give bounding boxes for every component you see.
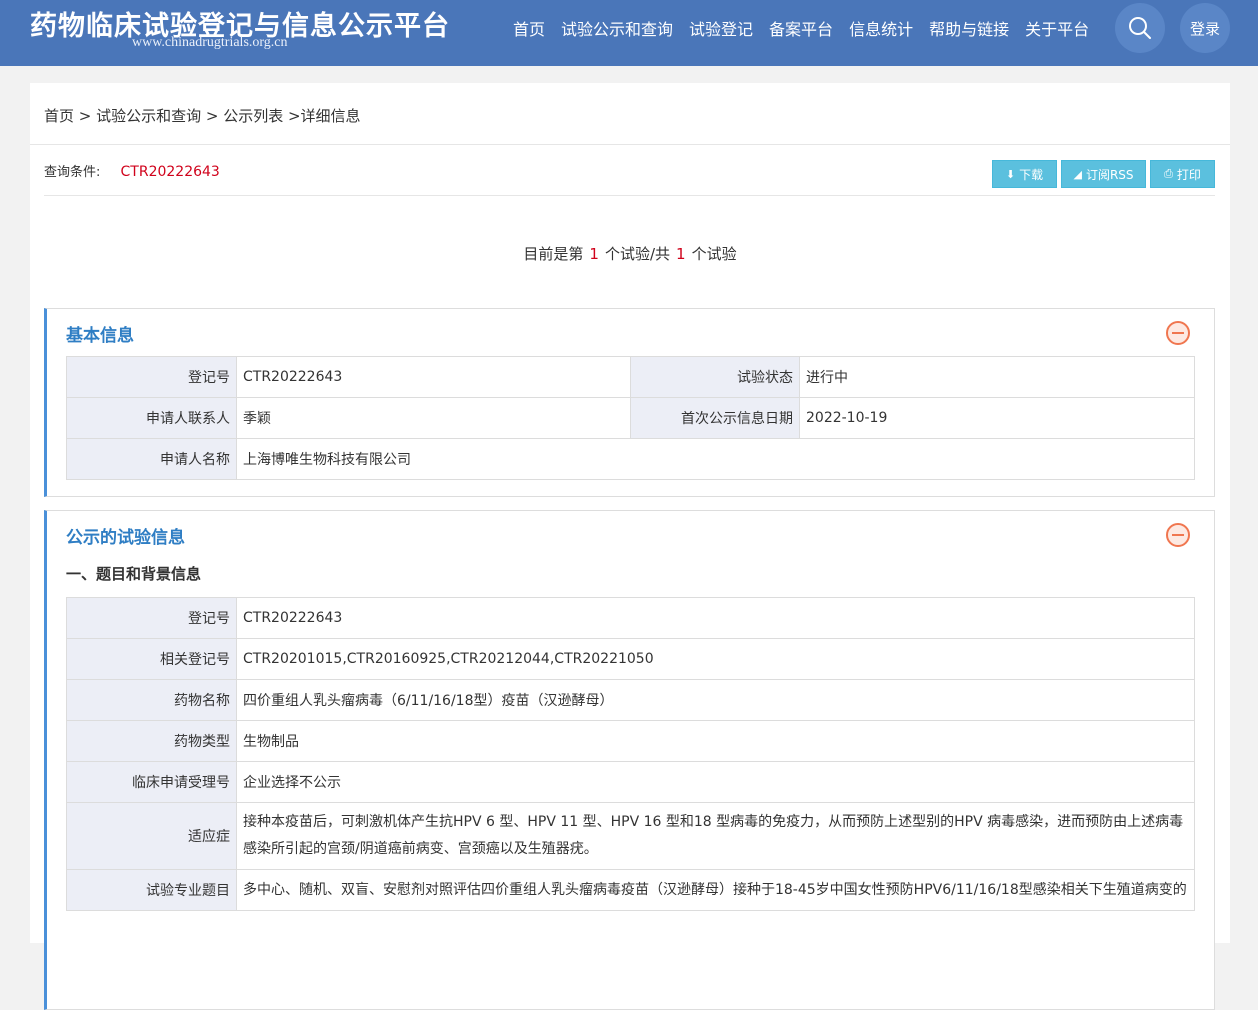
field-value: 进行中: [799, 356, 1195, 398]
table-row: 临床申请受理号 企业选择不公示: [66, 761, 1195, 803]
table-row: 申请人联系人 季颖 首次公示信息日期 2022-10-19: [66, 397, 1195, 439]
field-value: CTR20222643: [236, 597, 1195, 639]
field-label: 适应症: [66, 802, 237, 870]
basic-info-title: 基本信息: [66, 326, 134, 346]
table-row: 药物名称 四价重组人乳头瘤病毒（6/11/16/18型）疫苗（汉逊酵母）: [66, 679, 1195, 721]
search-icon: [1129, 17, 1151, 39]
print-icon: ⎙: [1164, 167, 1173, 180]
nav-statistics[interactable]: 信息统计: [849, 16, 913, 40]
field-label: 临床申请受理号: [66, 761, 237, 803]
download-icon: ⬇: [1005, 167, 1016, 181]
minus-icon: [1172, 332, 1184, 334]
trial-info-panel: 公示的试验信息 一、题目和背景信息 登记号 CTR20222643 相关登记号 …: [44, 510, 1215, 1010]
nav-trial-search[interactable]: 试验公示和查询: [561, 16, 673, 40]
field-label: 登记号: [66, 356, 237, 398]
field-label: 试验专业题目: [66, 869, 237, 911]
query-condition: 查询条件: CTR20222643: [44, 161, 220, 180]
query-label: 查询条件:: [44, 165, 101, 180]
main-nav: 首页 试验公示和查询 试验登记 备案平台 信息统计 帮助与链接 关于平台: [505, 0, 1097, 55]
main-content: 首页 > 试验公示和查询 > 公示列表 >详细信息 查询条件: CTR20222…: [30, 83, 1230, 1010]
nav-about[interactable]: 关于平台: [1025, 16, 1089, 40]
minus-icon: [1172, 534, 1184, 536]
field-label: 药物类型: [66, 720, 237, 762]
query-value: CTR20222643: [120, 164, 220, 180]
download-label: 下载: [1019, 167, 1044, 182]
field-value: 上海博唯生物科技有限公司: [236, 438, 1195, 480]
site-header: 药物临床试验登记与信息公示平台 www.chinadrugtrials.org.…: [0, 0, 1258, 66]
divider: [44, 195, 1215, 196]
field-label: 药物名称: [66, 679, 237, 721]
print-button[interactable]: ⎙ 打印: [1150, 160, 1215, 188]
basic-info-table: 登记号 CTR20222643 试验状态 进行中 申请人联系人 季颖 首次公示信…: [66, 356, 1195, 480]
section-subtitle: 一、题目和背景信息: [66, 565, 202, 583]
basic-info-panel: 基本信息 登记号 CTR20222643 试验状态 进行中 申请人联系人 季颖 …: [44, 308, 1215, 497]
trial-info-title: 公示的试验信息: [66, 528, 185, 548]
nav-filing-platform[interactable]: 备案平台: [769, 16, 833, 40]
field-value: 生物制品: [236, 720, 1195, 762]
field-value: 季颖: [236, 397, 631, 439]
download-button[interactable]: ⬇ 下载: [992, 160, 1057, 188]
field-value: 企业选择不公示: [236, 761, 1195, 803]
breadcrumb[interactable]: 首页 > 试验公示和查询 > 公示列表 >详细信息: [44, 105, 361, 126]
count-total: 1: [676, 245, 686, 263]
table-row: 申请人名称 上海博唯生物科技有限公司: [66, 438, 1195, 480]
trial-count: 目前是第 1 个试验/共 1 个试验: [30, 243, 1230, 264]
nav-help-links[interactable]: 帮助与链接: [929, 16, 1009, 40]
collapse-trial-info-button[interactable]: [1166, 523, 1190, 547]
site-url: www.chinadrugtrials.org.cn: [132, 35, 288, 50]
field-label: 申请人联系人: [66, 397, 237, 439]
rss-icon: ◢: [1073, 167, 1082, 181]
count-prefix: 目前是第: [523, 245, 584, 263]
field-value: 接种本疫苗后，可刺激机体产生抗HPV 6 型、HPV 11 型、HPV 16 型…: [236, 802, 1195, 870]
divider: [30, 144, 1230, 145]
nav-trial-registration[interactable]: 试验登记: [689, 16, 753, 40]
login-button[interactable]: 登录: [1180, 3, 1230, 53]
count-middle: 个试验/共: [604, 245, 671, 263]
table-row: 相关登记号 CTR20201015,CTR20160925,CTR2021204…: [66, 638, 1195, 680]
count-current: 1: [589, 245, 599, 263]
field-value: 四价重组人乳头瘤病毒（6/11/16/18型）疫苗（汉逊酵母）: [236, 679, 1195, 721]
trial-info-table: 登记号 CTR20222643 相关登记号 CTR20201015,CTR201…: [66, 597, 1195, 911]
field-label: 申请人名称: [66, 438, 237, 480]
table-row: 登记号 CTR20222643 试验状态 进行中: [66, 356, 1195, 398]
field-label: 登记号: [66, 597, 237, 639]
field-value: 多中心、随机、双盲、安慰剂对照评估四价重组人乳头瘤病毒疫苗（汉逊酵母）接种于18…: [236, 869, 1195, 911]
field-value: 2022-10-19: [799, 397, 1195, 439]
field-label: 相关登记号: [66, 638, 237, 680]
table-row: 试验专业题目 多中心、随机、双盲、安慰剂对照评估四价重组人乳头瘤病毒疫苗（汉逊酵…: [66, 869, 1195, 911]
rss-label: 订阅RSS: [1085, 167, 1134, 182]
field-label: 试验状态: [630, 356, 800, 398]
collapse-basic-info-button[interactable]: [1166, 321, 1190, 345]
table-row: 药物类型 生物制品: [66, 720, 1195, 762]
table-row: 登记号 CTR20222643: [66, 597, 1195, 639]
field-value: CTR20201015,CTR20160925,CTR20212044,CTR2…: [236, 638, 1195, 680]
field-label: 首次公示信息日期: [630, 397, 800, 439]
nav-home[interactable]: 首页: [513, 16, 545, 40]
search-button[interactable]: [1115, 3, 1165, 53]
print-label: 打印: [1176, 167, 1201, 182]
field-value: CTR20222643: [236, 356, 631, 398]
subscribe-rss-button[interactable]: ◢ 订阅RSS: [1061, 160, 1146, 188]
count-suffix: 个试验: [691, 245, 737, 263]
table-row: 适应症 接种本疫苗后，可刺激机体产生抗HPV 6 型、HPV 11 型、HPV …: [66, 802, 1195, 870]
